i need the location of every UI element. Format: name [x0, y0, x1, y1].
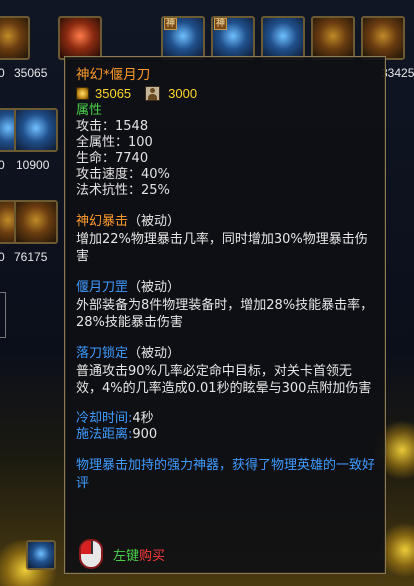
item-slot[interactable] — [14, 200, 58, 244]
gold-cost: 35065 — [95, 86, 132, 101]
person-icon — [145, 86, 161, 101]
gold-coin-icon — [76, 87, 89, 100]
skill-desc: 增加22%物理暴击几率，同时增加30%物理暴击伤害 — [76, 232, 368, 264]
attribute-line: 生命：7740 — [76, 151, 149, 166]
attribute-line: 攻击：1548 — [76, 119, 149, 134]
item-price: 10900 — [16, 158, 50, 172]
item-title: 神幻*偃月刀 — [76, 67, 151, 83]
item-slot[interactable] — [361, 16, 405, 60]
attribute-line: 全属性：100 — [76, 135, 153, 150]
slot-tag: 神 — [214, 18, 228, 30]
skill-name: 落刀锁定 — [76, 346, 129, 361]
cooldown-row: 冷却时间:4秒 施法距离:900 — [76, 411, 375, 443]
skill-block: 落刀锁定（被动） 普通攻击90%几率必定命中目标，对关卡首领无效，4%的几率造成… — [76, 345, 375, 397]
mouse-left-click-icon — [79, 539, 103, 569]
attributes-header: 属性 — [76, 103, 103, 118]
item-slot[interactable] — [14, 108, 58, 152]
cooldown-value: 4秒 — [132, 411, 154, 426]
second-cost: 3000 — [168, 86, 198, 101]
skill-type: （被动） — [128, 346, 181, 361]
item-tooltip: 神幻*偃月刀 35065 3000 属性 攻击：1548 全属性：100 生命：… — [64, 56, 386, 574]
item-price: 0 — [0, 66, 5, 80]
skill-block: 神幻暴击（被动） 增加22%物理暴击几率，同时增加30%物理暴击伤害 — [76, 213, 375, 265]
cooldown-label: 冷却时间: — [76, 411, 133, 426]
item-slot[interactable] — [311, 16, 355, 60]
item-price: 76175 — [14, 250, 48, 264]
skill-desc: 普通攻击90%几率必定命中目标，对关卡首领无效，4%的几率造成0.01秒的眩晕与… — [76, 364, 372, 396]
skill-name: 偃月刀罡 — [76, 280, 129, 295]
item-cost-row: 35065 3000 — [76, 85, 375, 102]
attribute-line: 法术抗性：25% — [76, 183, 170, 198]
item-slot[interactable] — [58, 16, 102, 60]
range-label: 施法距离: — [76, 427, 133, 442]
item-slot[interactable] — [261, 16, 305, 60]
item-price: 0 — [0, 158, 5, 172]
buy-hint[interactable]: 左键 购买 — [79, 539, 165, 569]
range-value: 900 — [132, 427, 158, 442]
item-price: 0 — [0, 250, 5, 264]
buy-action-label[interactable]: 购买 — [139, 545, 165, 564]
skill-block: 偃月刀罡（被动） 外部装备为8件物理装备时，增加28%技能暴击率，28%技能暴击… — [76, 279, 375, 331]
item-price: 35065 — [14, 66, 48, 80]
item-slot[interactable]: 神 — [161, 16, 205, 60]
skill-desc: 外部装备为8件物理装备时，增加28%技能暴击率，28%技能暴击伤害 — [76, 298, 374, 330]
item-slot[interactable] — [0, 16, 30, 60]
skill-type: （被动） — [128, 280, 181, 295]
skill-type: （被动） — [128, 214, 181, 229]
item-slot[interactable]: 神 — [211, 16, 255, 60]
slot-tag: 神 — [164, 18, 178, 30]
panel-edge — [0, 292, 6, 338]
buy-left-label: 左键 — [113, 548, 140, 564]
flavor-text: 物理暴击加持的强力神器，获得了物理英雄的一致好评 — [76, 458, 376, 491]
attribute-line: 攻击速度：40% — [76, 167, 170, 182]
skill-name: 神幻暴击 — [76, 214, 129, 229]
item-slot[interactable] — [26, 540, 56, 570]
